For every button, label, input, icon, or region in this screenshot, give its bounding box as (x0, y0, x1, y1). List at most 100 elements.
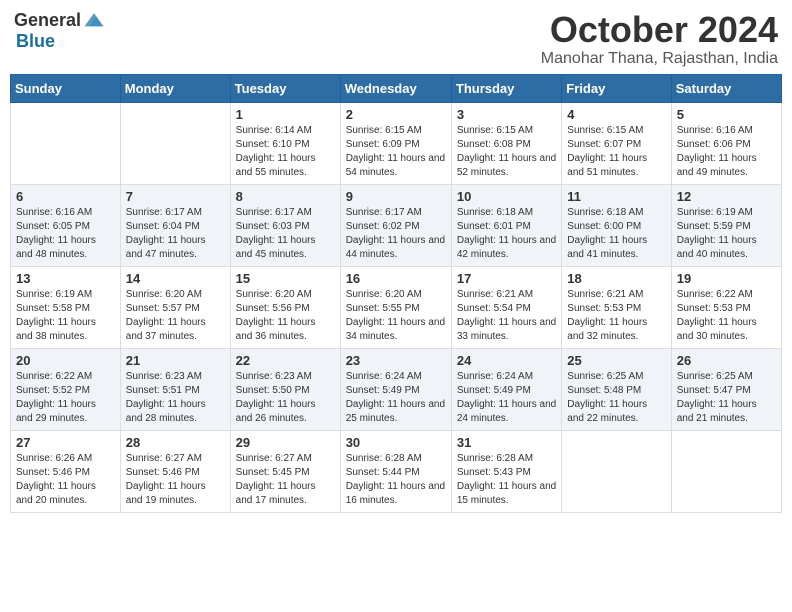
day-info: Sunrise: 6:16 AM Sunset: 6:05 PM Dayligh… (16, 206, 115, 262)
day-info: Sunrise: 6:19 AM Sunset: 5:59 PM Dayligh… (677, 206, 776, 262)
weekday-header: Monday (120, 74, 230, 102)
calendar-cell: 6Sunrise: 6:16 AM Sunset: 6:05 PM Daylig… (11, 184, 121, 266)
day-number: 16 (346, 271, 446, 286)
day-info: Sunrise: 6:28 AM Sunset: 5:44 PM Dayligh… (346, 452, 446, 508)
calendar-cell: 4 Sunrise: 6:15 AM Sunset: 6:07 PM Daylig… (562, 102, 671, 184)
week-row: 1 Sunrise: 6:14 AM Sunset: 6:10 PM Daylig… (11, 102, 782, 184)
title-section: October 2024 Manohar Thana, Rajasthan, I… (541, 10, 778, 68)
day-info: Sunrise: 6:17 AM Sunset: 6:02 PM Dayligh… (346, 206, 446, 262)
calendar-cell: 8 Sunrise: 6:17 AM Sunset: 6:03 PM Daylig… (230, 184, 340, 266)
day-info: Sunrise: 6:27 AM Sunset: 5:46 PM Dayligh… (126, 452, 225, 508)
day-info: Sunrise: 6:16 AM Sunset: 6:06 PM Dayligh… (677, 124, 776, 180)
calendar-cell: 27 Sunrise: 6:26 AM Sunset: 5:46 PM Dayli… (11, 430, 121, 512)
day-number: 12 (677, 189, 776, 204)
day-info: Sunrise: 6:25 AM Sunset: 5:47 PM Dayligh… (677, 370, 776, 426)
day-number: 3 (457, 107, 556, 122)
week-row: 27 Sunrise: 6:26 AM Sunset: 5:46 PM Dayli… (11, 430, 782, 512)
calendar-cell: 2Sunrise: 6:15 AM Sunset: 6:09 PM Daylig… (340, 102, 451, 184)
day-info: Sunrise: 6:15 AM Sunset: 6:08 PM Dayligh… (457, 124, 556, 180)
calendar-cell: 26 Sunrise: 6:25 AM Sunset: 5:47 PM Dayli… (671, 348, 781, 430)
day-number: 26 (677, 353, 776, 368)
calendar-cell: 13 Sunrise: 6:19 AM Sunset: 5:58 PM Dayli… (11, 266, 121, 348)
day-info: Sunrise: 6:28 AM Sunset: 5:43 PM Dayligh… (457, 452, 556, 508)
calendar-cell: 29 Sunrise: 6:27 AM Sunset: 5:45 PM Dayli… (230, 430, 340, 512)
day-number: 8 (236, 189, 335, 204)
day-number: 13 (16, 271, 115, 286)
day-info: Sunrise: 6:20 AM Sunset: 5:55 PM Dayligh… (346, 288, 446, 344)
day-number: 9 (346, 189, 446, 204)
calendar-cell: 25Sunrise: 6:25 AM Sunset: 5:48 PM Dayli… (562, 348, 671, 430)
day-info: Sunrise: 6:23 AM Sunset: 5:51 PM Dayligh… (126, 370, 225, 426)
day-info: Sunrise: 6:22 AM Sunset: 5:53 PM Dayligh… (677, 288, 776, 344)
calendar-cell: 17 Sunrise: 6:21 AM Sunset: 5:54 PM Dayli… (451, 266, 561, 348)
calendar-cell: 5 Sunrise: 6:16 AM Sunset: 6:06 PM Daylig… (671, 102, 781, 184)
calendar-cell (671, 430, 781, 512)
calendar-cell: 22 Sunrise: 6:23 AM Sunset: 5:50 PM Dayli… (230, 348, 340, 430)
calendar-cell: 14 Sunrise: 6:20 AM Sunset: 5:57 PM Dayli… (120, 266, 230, 348)
day-info: Sunrise: 6:24 AM Sunset: 5:49 PM Dayligh… (457, 370, 556, 426)
day-number: 7 (126, 189, 225, 204)
calendar-cell (120, 102, 230, 184)
calendar-cell: 7Sunrise: 6:17 AM Sunset: 6:04 PM Daylig… (120, 184, 230, 266)
day-number: 29 (236, 435, 335, 450)
day-number: 28 (126, 435, 225, 450)
logo-icon (83, 8, 105, 30)
logo-general: General (14, 11, 81, 31)
day-info: Sunrise: 6:20 AM Sunset: 5:57 PM Dayligh… (126, 288, 225, 344)
week-row: 6Sunrise: 6:16 AM Sunset: 6:05 PM Daylig… (11, 184, 782, 266)
calendar-cell: 16 Sunrise: 6:20 AM Sunset: 5:55 PM Dayli… (340, 266, 451, 348)
day-number: 4 (567, 107, 665, 122)
logo: General Blue (14, 10, 105, 52)
day-number: 5 (677, 107, 776, 122)
day-info: Sunrise: 6:26 AM Sunset: 5:46 PM Dayligh… (16, 452, 115, 508)
calendar-cell: 9 Sunrise: 6:17 AM Sunset: 6:02 PM Daylig… (340, 184, 451, 266)
day-number: 22 (236, 353, 335, 368)
calendar-cell: 23Sunrise: 6:24 AM Sunset: 5:49 PM Dayli… (340, 348, 451, 430)
weekday-header: Tuesday (230, 74, 340, 102)
calendar-cell: 15 Sunrise: 6:20 AM Sunset: 5:56 PM Dayli… (230, 266, 340, 348)
week-row: 20Sunrise: 6:22 AM Sunset: 5:52 PM Dayli… (11, 348, 782, 430)
day-info: Sunrise: 6:23 AM Sunset: 5:50 PM Dayligh… (236, 370, 335, 426)
day-info: Sunrise: 6:17 AM Sunset: 6:03 PM Dayligh… (236, 206, 335, 262)
day-info: Sunrise: 6:21 AM Sunset: 5:53 PM Dayligh… (567, 288, 665, 344)
day-info: Sunrise: 6:18 AM Sunset: 6:00 PM Dayligh… (567, 206, 665, 262)
day-info: Sunrise: 6:20 AM Sunset: 5:56 PM Dayligh… (236, 288, 335, 344)
calendar-cell: 10 Sunrise: 6:18 AM Sunset: 6:01 PM Dayli… (451, 184, 561, 266)
calendar-cell: 12 Sunrise: 6:19 AM Sunset: 5:59 PM Dayli… (671, 184, 781, 266)
day-number: 24 (457, 353, 556, 368)
day-info: Sunrise: 6:15 AM Sunset: 6:09 PM Dayligh… (346, 124, 446, 180)
day-number: 27 (16, 435, 115, 450)
calendar-cell: 1 Sunrise: 6:14 AM Sunset: 6:10 PM Daylig… (230, 102, 340, 184)
day-info: Sunrise: 6:27 AM Sunset: 5:45 PM Dayligh… (236, 452, 335, 508)
weekday-header: Friday (562, 74, 671, 102)
calendar-cell: 31Sunrise: 6:28 AM Sunset: 5:43 PM Dayli… (451, 430, 561, 512)
day-number: 18 (567, 271, 665, 286)
calendar-cell (562, 430, 671, 512)
calendar-cell (11, 102, 121, 184)
weekday-header: Thursday (451, 74, 561, 102)
calendar-cell: 30Sunrise: 6:28 AM Sunset: 5:44 PM Dayli… (340, 430, 451, 512)
location-title: Manohar Thana, Rajasthan, India (541, 50, 778, 68)
day-info: Sunrise: 6:24 AM Sunset: 5:49 PM Dayligh… (346, 370, 446, 426)
day-number: 15 (236, 271, 335, 286)
day-number: 1 (236, 107, 335, 122)
day-number: 25 (567, 353, 665, 368)
calendar-cell: 19 Sunrise: 6:22 AM Sunset: 5:53 PM Dayli… (671, 266, 781, 348)
calendar-cell: 28 Sunrise: 6:27 AM Sunset: 5:46 PM Dayli… (120, 430, 230, 512)
day-number: 19 (677, 271, 776, 286)
day-info: Sunrise: 6:15 AM Sunset: 6:07 PM Dayligh… (567, 124, 665, 180)
day-info: Sunrise: 6:18 AM Sunset: 6:01 PM Dayligh… (457, 206, 556, 262)
calendar-cell: 3 Sunrise: 6:15 AM Sunset: 6:08 PM Daylig… (451, 102, 561, 184)
day-number: 10 (457, 189, 556, 204)
day-info: Sunrise: 6:19 AM Sunset: 5:58 PM Dayligh… (16, 288, 115, 344)
day-number: 17 (457, 271, 556, 286)
weekday-header: Sunday (11, 74, 121, 102)
day-number: 11 (567, 189, 665, 204)
day-number: 14 (126, 271, 225, 286)
calendar-cell: 24 Sunrise: 6:24 AM Sunset: 5:49 PM Dayli… (451, 348, 561, 430)
calendar-cell: 20Sunrise: 6:22 AM Sunset: 5:52 PM Dayli… (11, 348, 121, 430)
calendar-cell: 18 Sunrise: 6:21 AM Sunset: 5:53 PM Dayli… (562, 266, 671, 348)
day-info: Sunrise: 6:21 AM Sunset: 5:54 PM Dayligh… (457, 288, 556, 344)
day-number: 20 (16, 353, 115, 368)
day-info: Sunrise: 6:14 AM Sunset: 6:10 PM Dayligh… (236, 124, 335, 180)
